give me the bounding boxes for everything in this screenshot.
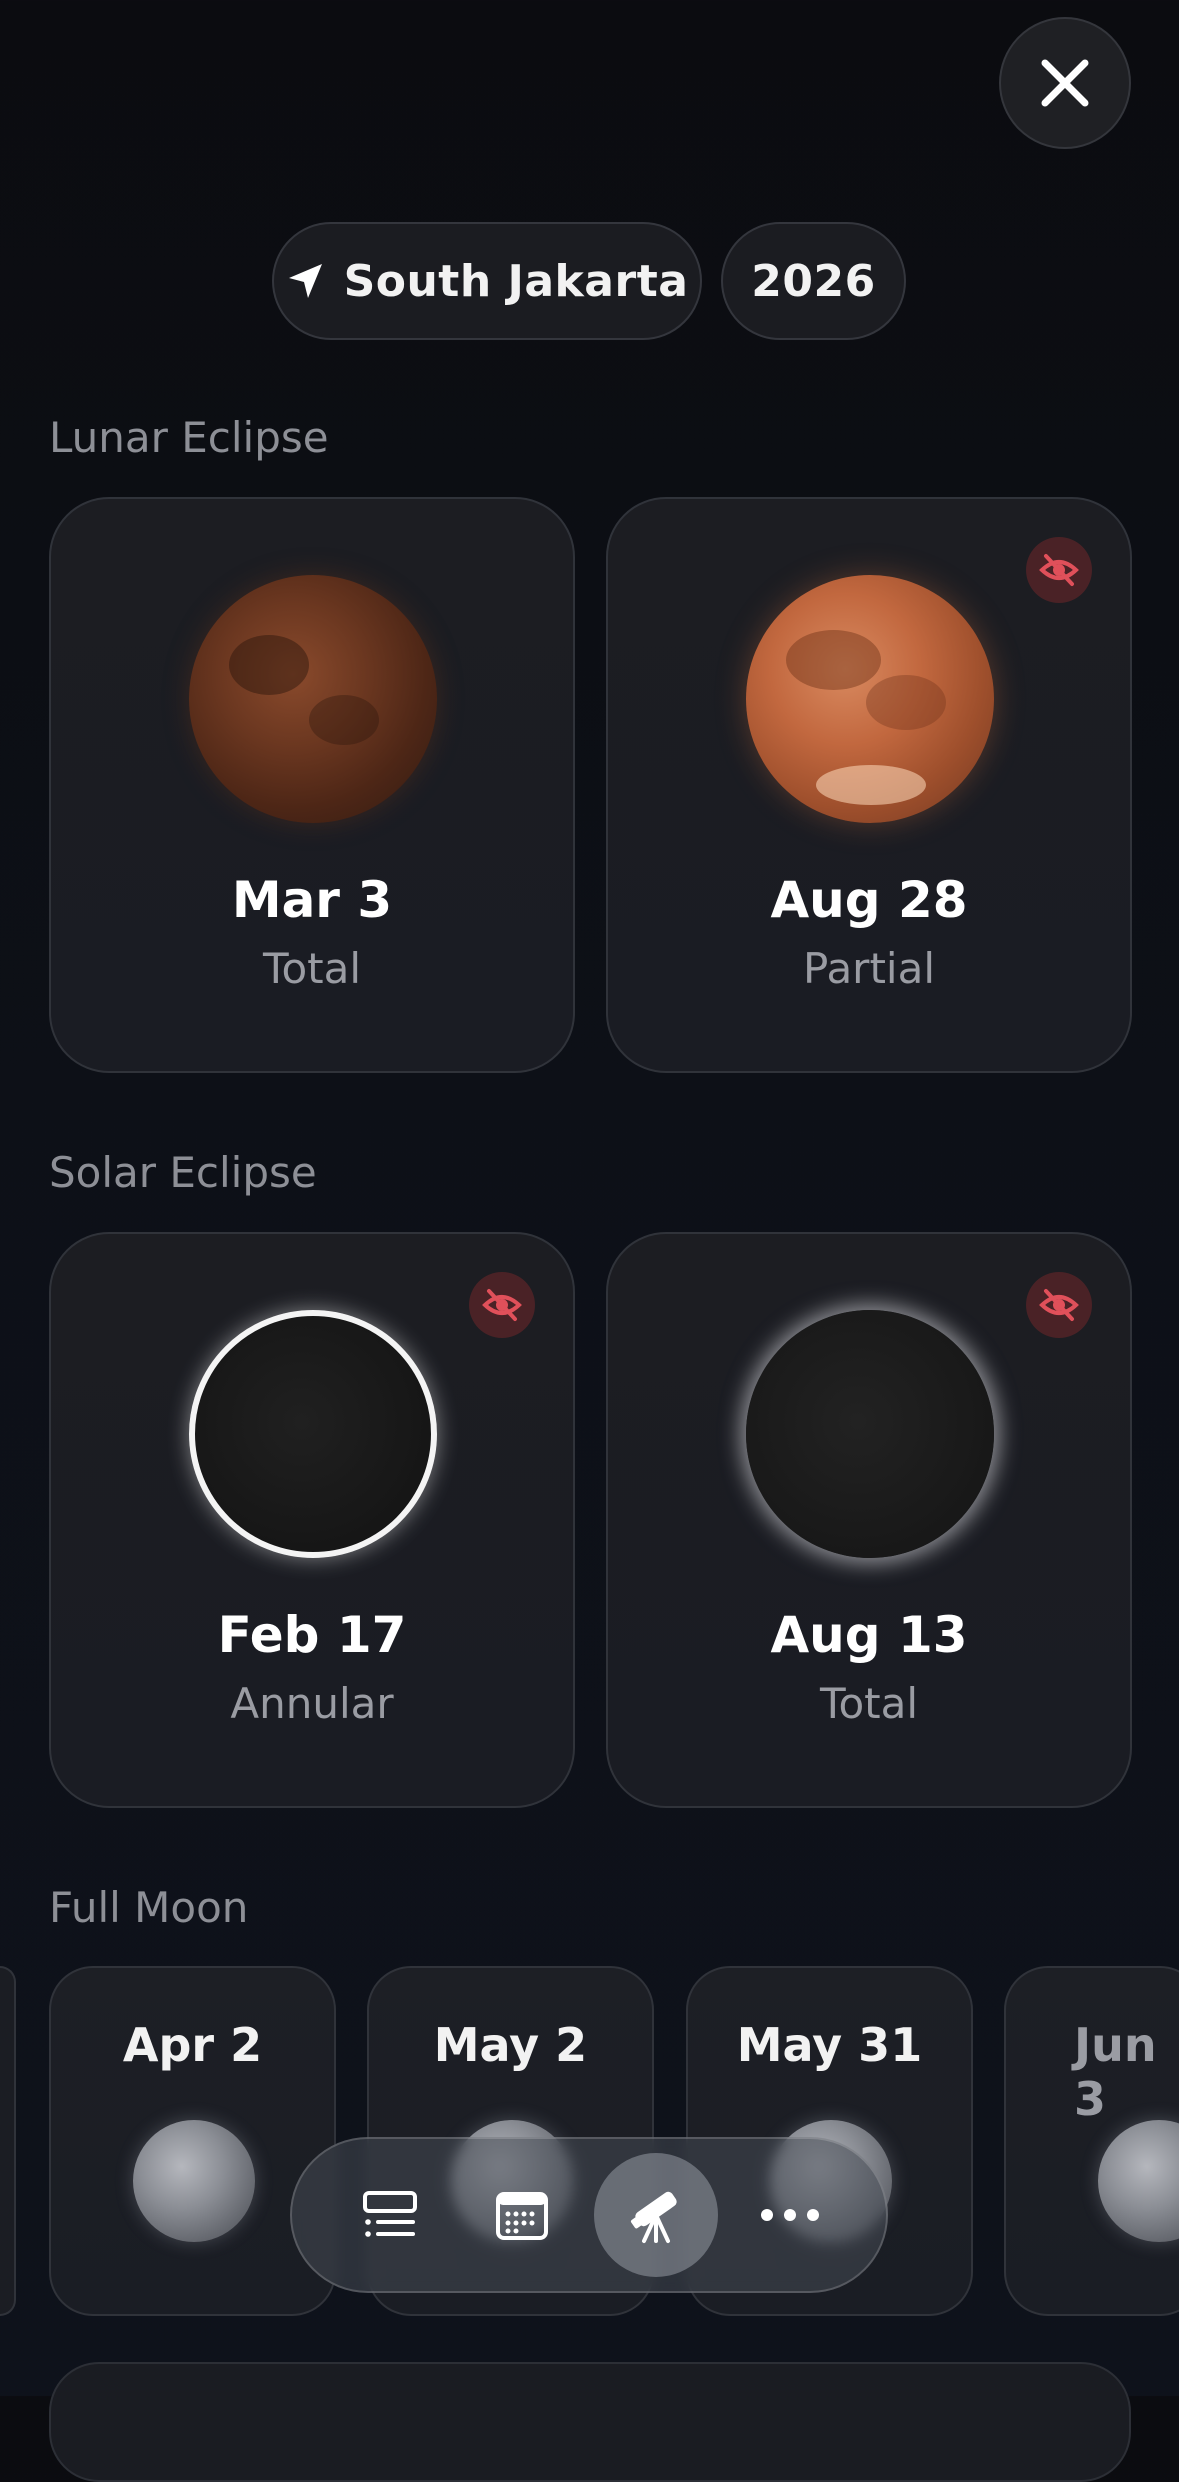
- tab-more[interactable]: [728, 2153, 852, 2277]
- list-icon: [363, 2191, 417, 2237]
- section-title-full-moon: Full Moon: [49, 1883, 249, 1932]
- lunar-eclipse-card[interactable]: Aug 28 Partial: [606, 497, 1132, 1073]
- eclipse-date: Feb 17: [217, 1606, 407, 1664]
- full-moon-date: Apr 2: [122, 2018, 263, 2072]
- solar-eclipse-card[interactable]: Feb 17 Annular: [49, 1232, 575, 1808]
- more-icon: [761, 2209, 819, 2221]
- annular-eclipse-image: [189, 1310, 437, 1558]
- eclipse-date: Aug 13: [770, 1606, 968, 1664]
- eclipse-type: Total: [819, 1679, 919, 1728]
- location-label: South Jakarta: [343, 255, 689, 307]
- section-title-solar: Solar Eclipse: [49, 1148, 317, 1197]
- not-visible-badge: [469, 1272, 535, 1338]
- close-icon: [1041, 59, 1089, 107]
- full-moon-card[interactable]: Apr 2: [49, 1966, 336, 2316]
- section-title-lunar: Lunar Eclipse: [49, 413, 329, 462]
- solar-eclipse-card[interactable]: Aug 13 Total: [606, 1232, 1132, 1808]
- tab-calendar[interactable]: [460, 2153, 584, 2277]
- tab-list[interactable]: [328, 2153, 452, 2277]
- eclipse-date: Mar 3: [231, 871, 393, 929]
- not-visible-badge: [1026, 1272, 1092, 1338]
- year-label: 2026: [751, 255, 876, 307]
- not-visible-badge: [1026, 537, 1092, 603]
- blood-moon-image: [189, 575, 437, 823]
- eclipse-date: Aug 28: [770, 871, 968, 929]
- moon-card-partial-left: [0, 1966, 16, 2316]
- tab-telescope[interactable]: [594, 2153, 718, 2277]
- eclipse-type: Total: [262, 944, 362, 993]
- lunar-eclipse-card[interactable]: Mar 3 Total: [49, 497, 575, 1073]
- full-moon-image: [1098, 2120, 1179, 2242]
- eye-slash-icon: [1039, 1289, 1079, 1321]
- tab-bar: [290, 2137, 888, 2293]
- full-moon-date: Jun 3: [1074, 2018, 1157, 2126]
- eclipse-type: Annular: [230, 1679, 394, 1728]
- full-moon-card[interactable]: Jun 3: [1004, 1966, 1179, 2316]
- total-solar-eclipse-image: [746, 1310, 994, 1558]
- eye-slash-icon: [482, 1289, 522, 1321]
- location-chip[interactable]: South Jakarta: [272, 222, 702, 340]
- full-moon-date: May 2: [433, 2018, 588, 2072]
- eye-slash-icon: [1039, 554, 1079, 586]
- location-arrow-icon: [288, 264, 322, 298]
- close-button[interactable]: [999, 17, 1131, 149]
- full-moon-image: [133, 2120, 255, 2242]
- year-chip[interactable]: 2026: [721, 222, 906, 340]
- eclipse-type: Partial: [803, 944, 935, 993]
- next-section-card: [49, 2362, 1131, 2482]
- partial-moon-image: [746, 575, 994, 823]
- calendar-icon: [496, 2192, 548, 2240]
- full-moon-date: May 31: [736, 2018, 923, 2072]
- telescope-icon: [630, 2191, 677, 2243]
